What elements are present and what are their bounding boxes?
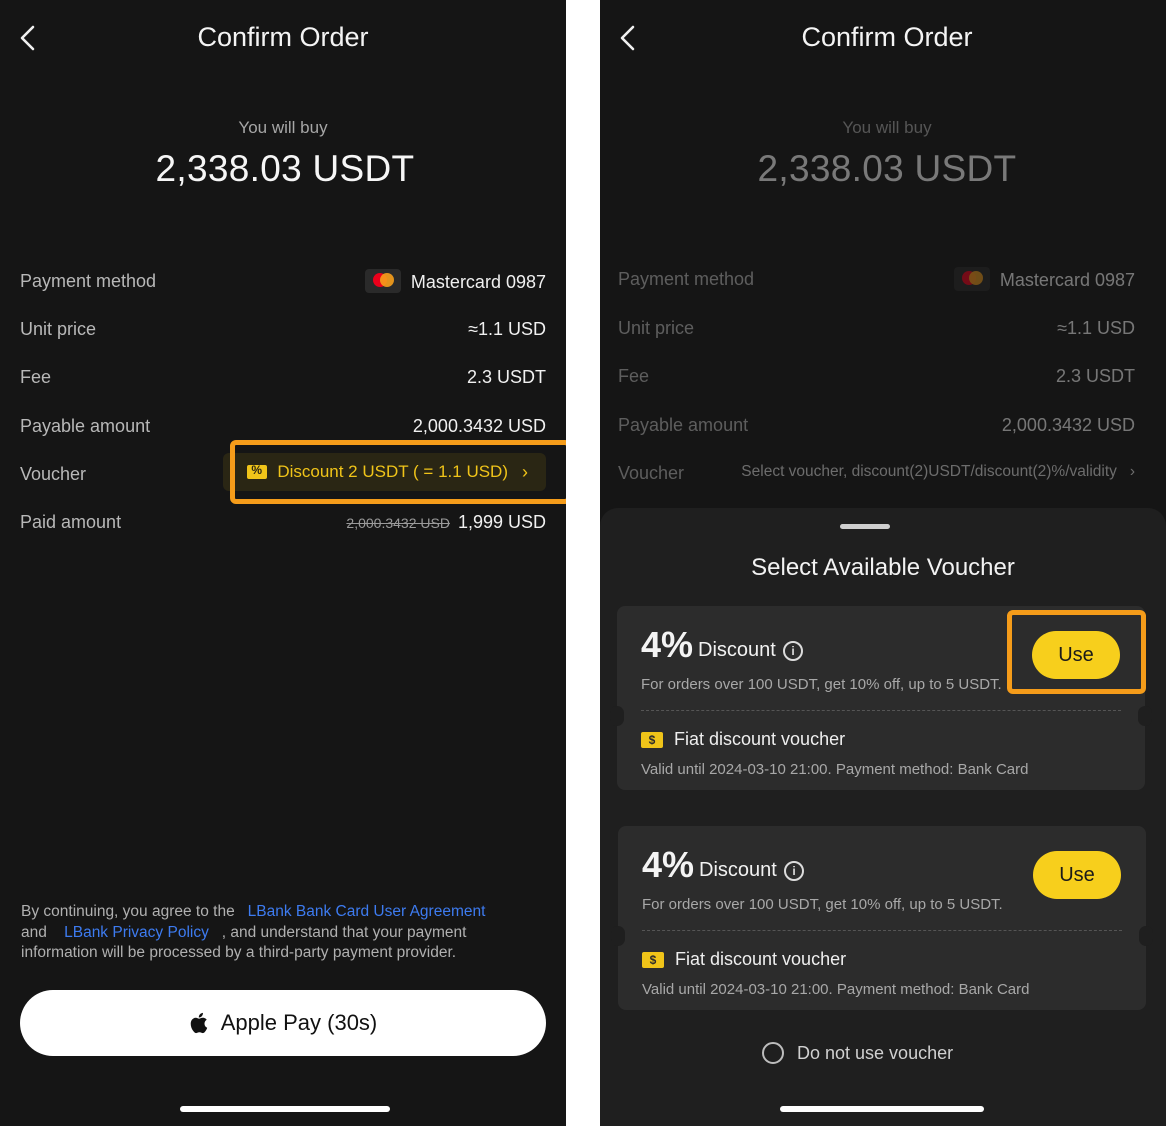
top-bar: Confirm Order — [0, 0, 566, 80]
fee-value: 2.3 USDT — [1055, 366, 1135, 386]
discount-description: For orders over 100 USDT, get 10% off, u… — [641, 676, 1002, 693]
sheet-title: Select Available Voucher — [751, 554, 1015, 581]
discount-description: For orders over 100 USDT, get 10% off, u… — [642, 896, 1003, 913]
voucher-validity: Valid until 2024-03-10 21:00. Payment me… — [641, 761, 1029, 778]
voucher-type: Fiat discount voucher — [675, 949, 847, 969]
payable-amount-label: Payable amount — [618, 415, 749, 435]
info-icon[interactable]: i — [784, 861, 804, 881]
payable-amount-row: Payable amount 2,000.3432 USD — [618, 411, 1135, 441]
paid-amount-label: Paid amount — [20, 512, 122, 532]
payable-amount-row: Payable amount 2,000.3432 USD — [20, 412, 546, 442]
payment-method-value: Mastercard 0987 — [364, 269, 546, 295]
paid-amount-row: Paid amount 2,000.3432 USD 1,999 USD — [20, 508, 546, 538]
terms-text: By continuing, you agree to the LBank Ba… — [21, 903, 486, 961]
card-divider — [641, 710, 1121, 711]
original-price: 2,000.3432 USD — [346, 515, 450, 531]
no-voucher-label: Do not use voucher — [797, 1042, 954, 1063]
paid-amount-value: 2,000.3432 USD 1,999 USD — [346, 512, 546, 532]
unit-price-value: ≈1.1 USD — [1057, 318, 1135, 338]
payment-method-label: Payment method — [20, 271, 157, 291]
home-indicator — [180, 1106, 390, 1112]
buy-label: You will buy — [842, 118, 932, 137]
mastercard-icon — [953, 267, 990, 291]
sheet-grab-handle[interactable] — [840, 524, 890, 529]
apple-pay-button[interactable]: Apple Pay (30s) — [20, 990, 546, 1056]
apple-pay-label: Apple Pay (30s) — [220, 1010, 378, 1035]
page-title: Confirm Order — [197, 22, 369, 52]
discount-word: Discount — [699, 859, 777, 881]
apple-icon — [190, 1012, 207, 1034]
user-agreement-link[interactable]: LBank Bank Card User Agreement — [248, 903, 486, 920]
voucher-card[interactable]: 4% Discount i For orders over 100 USDT, … — [611, 826, 1153, 1010]
buy-amount: 2,338.03 USDT — [155, 148, 415, 189]
right-screen: Confirm Order You will buy 2,338.03 USDT… — [600, 0, 1166, 1126]
voucher-highlight-box — [230, 440, 566, 504]
discount-percent: 4% — [642, 844, 695, 885]
voucher-label: Voucher — [20, 464, 87, 484]
fiat-voucher-icon: $ — [642, 952, 664, 968]
voucher-row: Voucher Select voucher, discount(2)USDT/… — [618, 459, 1135, 489]
fee-label: Fee — [20, 367, 52, 387]
payment-method-value: Mastercard 0987 — [953, 267, 1135, 293]
radio-button-icon[interactable] — [762, 1042, 784, 1064]
home-indicator — [780, 1106, 984, 1112]
buy-label: You will buy — [238, 118, 328, 137]
card-divider — [642, 930, 1122, 931]
discount-percent: 4% — [641, 624, 694, 665]
payable-amount-label: Payable amount — [20, 416, 151, 436]
voucher-bottom-sheet: Select Available Voucher 4% Discount i F… — [600, 508, 1166, 1126]
unit-price-row: Unit price ≈1.1 USD — [20, 315, 546, 345]
payable-amount-value: 2,000.3432 USD — [1001, 415, 1135, 435]
unit-price-row: Unit price ≈1.1 USD — [618, 314, 1135, 344]
mastercard-icon — [364, 269, 401, 293]
info-icon[interactable]: i — [783, 641, 803, 661]
fiat-voucher-icon: $ — [641, 732, 663, 748]
fee-row: Fee 2.3 USDT — [20, 363, 546, 393]
voucher-select-hint: Select voucher, discount(2)USDT/discount… — [741, 463, 1135, 480]
fee-value: 2.3 USDT — [466, 367, 546, 387]
top-bar: Confirm Order — [600, 0, 1166, 80]
payable-amount-value: 2,000.3432 USD — [412, 416, 546, 436]
use-button-highlight-box — [1007, 610, 1146, 694]
unit-price-label: Unit price — [20, 319, 97, 339]
left-screen: Confirm Order You will buy 2,338.03 USDT… — [0, 0, 566, 1126]
unit-price-label: Unit price — [618, 318, 695, 338]
voucher-type: Fiat discount voucher — [674, 729, 846, 749]
voucher-label: Voucher — [618, 463, 685, 483]
unit-price-value: ≈1.1 USD — [468, 319, 546, 339]
use-voucher-button[interactable]: Use — [1033, 851, 1121, 899]
payment-method-row[interactable]: Payment method Mastercard 0987 — [20, 267, 546, 297]
buy-amount: 2,338.03 USDT — [757, 148, 1017, 189]
discount-word: Discount — [698, 639, 776, 661]
payment-method-row: Payment method Mastercard 0987 — [618, 265, 1135, 295]
fee-row: Fee 2.3 USDT — [618, 362, 1135, 392]
voucher-validity: Valid until 2024-03-10 21:00. Payment me… — [642, 981, 1030, 998]
page-title: Confirm Order — [801, 22, 973, 52]
privacy-policy-link[interactable]: LBank Privacy Policy — [64, 924, 209, 941]
fee-label: Fee — [618, 366, 650, 386]
payment-method-label: Payment method — [618, 269, 755, 289]
no-voucher-option[interactable]: Do not use voucher — [762, 1042, 953, 1064]
